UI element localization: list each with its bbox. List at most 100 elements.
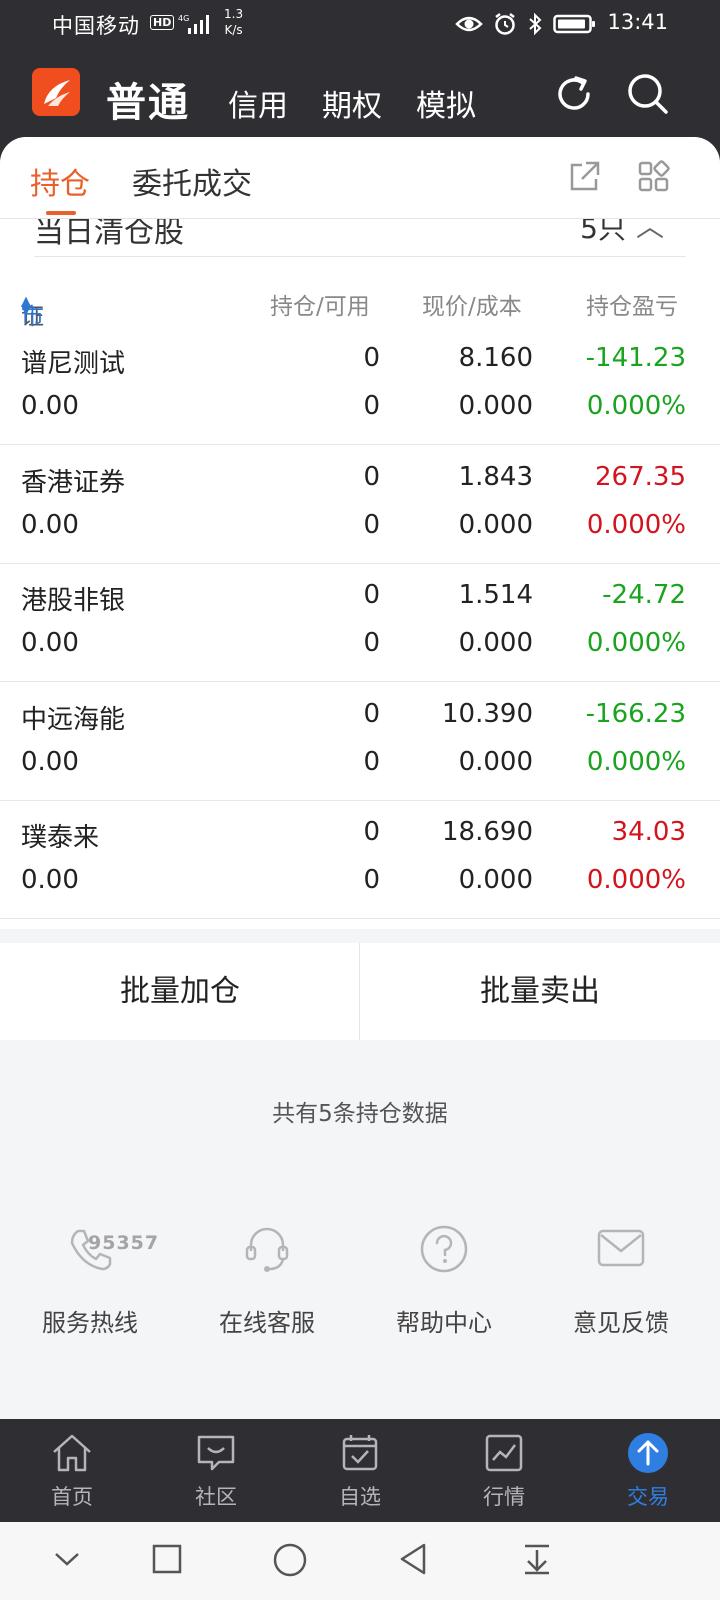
service-hotline[interactable]: 服务热线 xyxy=(0,1219,180,1359)
pnl-percent: 0.000% xyxy=(586,628,686,658)
bottom-nav-home-label: 首页 xyxy=(51,1485,93,1509)
service-feedback-label: 意见反馈 xyxy=(573,1309,669,1337)
help-icon xyxy=(420,1225,468,1273)
cost-price: 0.000 xyxy=(458,509,533,540)
status-bar: 中国移动 HD 4G 1.3 K/s 13:41 xyxy=(0,0,720,50)
app-logo xyxy=(32,68,80,116)
table-row[interactable]: 谱尼测试 0.00 0 0 8.160 0.000 -141.23 0.000% xyxy=(0,327,720,445)
chart-line-icon xyxy=(485,1434,523,1472)
position-qty: 0 xyxy=(363,461,380,492)
svg-text:4G: 4G xyxy=(178,14,189,23)
available-qty: 0 xyxy=(363,746,380,777)
net-speed: 1.3 K/s xyxy=(224,6,243,38)
top-nav: 普通 信用 期权 模拟 xyxy=(0,50,720,138)
sort-icon[interactable]: ▲ ▼ xyxy=(21,295,31,317)
bottom-nav-market[interactable]: 行情 xyxy=(432,1419,576,1522)
nav-tab-normal[interactable]: 普通 xyxy=(106,70,190,128)
position-qty: 0 xyxy=(363,817,380,847)
chat-icon xyxy=(197,1435,235,1471)
bottom-nav-community-label: 社区 xyxy=(195,1485,237,1509)
market-value: 0.00 xyxy=(21,746,79,777)
mail-icon xyxy=(597,1229,645,1267)
signal-icon: 4G xyxy=(178,14,209,34)
stock-name: 谱尼测试 xyxy=(21,349,126,379)
batch-sell-button[interactable]: 批量卖出 xyxy=(360,943,720,1040)
phone-icon xyxy=(70,1229,112,1271)
home-circle-icon[interactable] xyxy=(272,1542,308,1578)
refresh-icon[interactable] xyxy=(550,70,598,118)
clock: 13:41 xyxy=(607,10,668,34)
current-price: 1.514 xyxy=(458,580,533,610)
nav-tab-credit[interactable]: 信用 xyxy=(228,81,288,125)
cost-price: 0.000 xyxy=(458,865,533,895)
pnl-percent: 0.000% xyxy=(586,865,686,895)
table-row[interactable]: 港股非银 0.00 0 0 1.514 0.000 -24.72 0.000% xyxy=(0,564,720,682)
available-qty: 0 xyxy=(363,509,380,540)
pnl-percent: 0.000% xyxy=(586,746,686,777)
bottom-nav-trade-label: 交易 xyxy=(627,1485,669,1509)
notification-pull-icon[interactable] xyxy=(520,1542,554,1576)
cost-price: 0.000 xyxy=(458,746,533,777)
service-help-center[interactable]: 帮助中心 xyxy=(354,1219,534,1359)
bluetooth-icon xyxy=(529,12,542,36)
carrier-name: 中国移动 xyxy=(52,14,140,38)
service-feedback[interactable]: 意见反馈 xyxy=(531,1219,711,1359)
cost-price: 0.000 xyxy=(458,391,533,421)
market-value: 0.00 xyxy=(21,391,79,421)
search-icon[interactable] xyxy=(624,70,672,118)
back-triangle-icon[interactable] xyxy=(396,1542,430,1576)
bottom-nav-watchlist[interactable]: 自选 xyxy=(288,1419,432,1522)
tab-positions[interactable]: 持仓 xyxy=(30,159,90,203)
status-icons xyxy=(455,12,597,36)
available-qty: 0 xyxy=(363,628,380,658)
share-external-icon[interactable] xyxy=(566,159,602,195)
service-online-support[interactable]: 在线客服 xyxy=(177,1219,357,1359)
bottom-nav-market-label: 行情 xyxy=(483,1485,525,1509)
hd-badge: HD xyxy=(150,15,175,30)
chevron-down-icon[interactable] xyxy=(50,1542,84,1576)
pnl-percent: 0.000% xyxy=(586,509,686,540)
stock-name: 港股非银 xyxy=(21,586,126,616)
net-speed-unit: K/s xyxy=(224,23,243,37)
column-header: 证券/市值▲▼ 持仓/可用 现价/成本 持仓盈亏 xyxy=(0,277,720,364)
service-help-label: 帮助中心 xyxy=(396,1309,492,1337)
current-price: 10.390 xyxy=(442,698,533,729)
position-qty: 0 xyxy=(363,698,380,729)
tab-orders-fills[interactable]: 委托成交 xyxy=(132,159,252,203)
bottom-nav: 首页 社区 自选 行情 交易 xyxy=(0,1419,720,1522)
table-row[interactable]: 中远海能 0.00 0 0 10.390 0.000 -166.23 0.000% xyxy=(0,682,720,801)
logo-icon xyxy=(44,80,70,106)
stock-name: 璞泰来 xyxy=(21,823,100,853)
bottom-nav-trade[interactable]: 交易 xyxy=(576,1419,720,1522)
checklist-icon xyxy=(342,1435,378,1471)
market-value: 0.00 xyxy=(21,509,79,540)
bottom-nav-community[interactable]: 社区 xyxy=(144,1419,288,1522)
service-online-label: 在线客服 xyxy=(219,1309,315,1337)
position-pnl: -141.23 xyxy=(585,343,686,373)
net-speed-value: 1.3 xyxy=(224,7,244,21)
table-row[interactable]: 香港证券 0.00 0 0 1.843 0.000 267.35 0.000% xyxy=(0,445,720,564)
col-price: 现价/成本 xyxy=(422,294,522,320)
batch-add-button[interactable]: 批量加仓 xyxy=(0,943,360,1040)
eye-icon xyxy=(455,16,483,32)
current-price: 18.690 xyxy=(442,817,533,847)
recents-square-icon[interactable] xyxy=(150,1542,184,1576)
position-pnl: -166.23 xyxy=(585,698,686,729)
home-icon xyxy=(53,1434,91,1472)
nav-tab-simulation[interactable]: 模拟 xyxy=(416,81,476,125)
bottom-nav-watchlist-label: 自选 xyxy=(339,1485,381,1509)
col-position: 持仓/可用 xyxy=(270,294,370,320)
table-row[interactable]: 璞泰来 0.00 0 0 18.690 0.000 34.03 0.000% xyxy=(0,801,720,919)
positions-card: 持仓 委托成交 当日清仓股 5只 ︿ 证券/市值▲▼ 持仓/可用 现价/成本 持… xyxy=(0,137,720,1419)
positions-total-note: 共有5条持仓数据 xyxy=(272,1101,448,1127)
col-pnl: 持仓盈亏 xyxy=(586,294,678,320)
sub-tab-bar: 持仓 委托成交 xyxy=(0,137,720,219)
grid-menu-icon[interactable] xyxy=(636,159,672,195)
pnl-percent: 0.000% xyxy=(586,391,686,421)
service-hotline-label: 服务热线 xyxy=(42,1309,138,1337)
position-qty: 0 xyxy=(363,580,380,610)
nav-tab-options[interactable]: 期权 xyxy=(322,81,382,125)
position-pnl: -24.72 xyxy=(602,580,686,610)
stock-name: 中远海能 xyxy=(21,704,126,735)
bottom-nav-home[interactable]: 首页 xyxy=(0,1419,144,1522)
